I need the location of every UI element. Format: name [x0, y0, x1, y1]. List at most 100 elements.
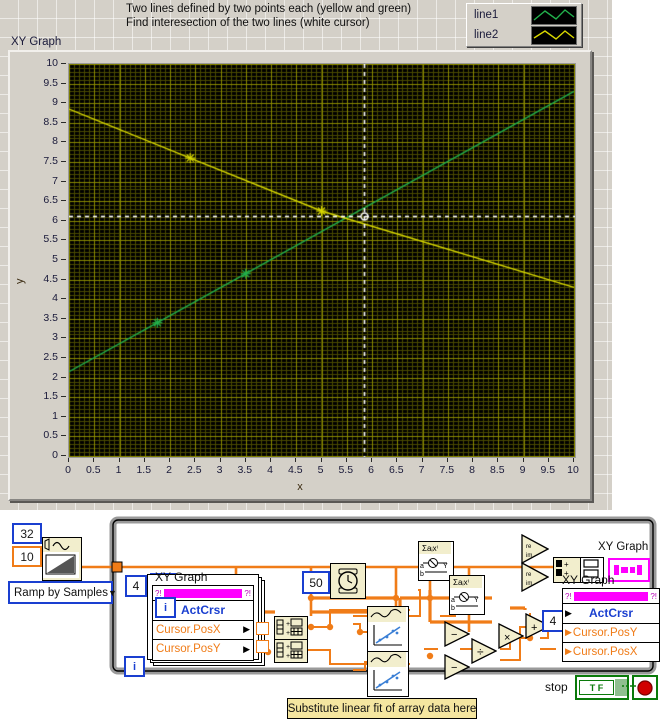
- chevron-down-icon[interactable]: ▼: [108, 588, 117, 598]
- chevron-right-icon-5: ▶: [565, 646, 572, 656]
- y-tick-label: 0.5: [43, 429, 58, 442]
- legend-label-line1: line1: [474, 9, 499, 21]
- y-axis[interactable]: 0 0.5 1 1.5 2 2.5 3 3.5 4 4.5 5 5.5 6 6.5 7 7.5 8 8.5 9 9.5…: [10, 57, 67, 461]
- x-tick-label: 1: [115, 464, 122, 476]
- svg-text:Y: Y: [443, 563, 448, 570]
- simulate-signal-vi[interactable]: [42, 537, 82, 581]
- chevron-right-icon-3: ▶: [565, 607, 572, 618]
- svg-text:+: +: [286, 653, 290, 660]
- refnum-icon-2: ?!: [244, 588, 251, 598]
- y-tick-label: 10: [46, 57, 58, 69]
- panel-right-margin: [612, 0, 667, 510]
- loop-index-terminal-bottom[interactable]: i: [124, 656, 145, 677]
- refnum-icon-4: ?!: [650, 591, 657, 601]
- y-tick-label: 4: [52, 292, 58, 305]
- block-diagram[interactable]: 32 10 Ramp by Samples ▼ 4 N XY Graph ?! …: [0, 512, 667, 723]
- y-tick-label: 7.5: [43, 155, 58, 167]
- x-tick-label: 5: [317, 464, 324, 476]
- chevron-right-icon-4: ▶: [565, 627, 572, 637]
- plot-area[interactable]: [68, 63, 576, 458]
- numeric-constant-50[interactable]: 50: [302, 571, 330, 594]
- enum-signal-type[interactable]: Ramp by Samples ▼: [8, 581, 117, 604]
- svg-text:a: a: [451, 597, 455, 604]
- svg-text:re: re: [526, 544, 532, 550]
- property-cursor-posy-left[interactable]: Cursor.PosY: [153, 643, 221, 655]
- y-tick-label: 2.5: [43, 351, 58, 363]
- svg-text:Y: Y: [474, 597, 479, 604]
- x-tick-label: 4: [267, 464, 273, 476]
- property-cursor-posx-left[interactable]: Cursor.PosX: [153, 624, 221, 636]
- legend-row-line1[interactable]: line1: [470, 5, 578, 25]
- y-tick-mark: [61, 219, 66, 221]
- y-tick-label: 4.5: [43, 272, 58, 285]
- x-tick-label: 7: [418, 464, 425, 476]
- array-tunnel-x[interactable]: [256, 622, 269, 635]
- divide-node[interactable]: ÷: [471, 637, 498, 665]
- plot-legend[interactable]: line1 line2: [466, 3, 582, 47]
- x-tick-label: 3.5: [237, 464, 253, 476]
- x-tick-label: 4.5: [287, 464, 303, 476]
- y-tick-mark: [61, 121, 66, 123]
- y-tick-mark: [61, 278, 66, 280]
- x-tick-label: 8: [469, 464, 475, 476]
- stop-boolean-control[interactable]: T F: [575, 675, 629, 700]
- linear-fit-vi-1[interactable]: [367, 606, 409, 652]
- numeric-constant-4-left[interactable]: 4: [125, 575, 147, 597]
- property-cursor-posy-right[interactable]: Cursor.PosY: [572, 627, 638, 639]
- legend-row-line2[interactable]: line2: [470, 25, 578, 45]
- y-tick-mark: [61, 161, 66, 162]
- array-tunnel-y[interactable]: [256, 640, 269, 653]
- y-tick-label: 7: [52, 174, 58, 187]
- re-im-to-complex-node-2[interactable]: re im: [521, 561, 550, 593]
- property-actcrsr-right[interactable]: ActCrsr: [589, 606, 633, 620]
- y-tick-label: 5: [52, 253, 58, 265]
- y-tick-mark: [61, 396, 66, 398]
- enum-signal-type-value: Ramp by Samples: [14, 586, 108, 599]
- multiply-node[interactable]: ×: [498, 622, 525, 650]
- subtract-node-2[interactable]: −: [444, 653, 471, 681]
- property-node-right[interactable]: ?! ?! ▶ ActCrsr ▶ Cursor.PosY ▶ Cursor.P…: [562, 588, 660, 662]
- x-axis[interactable]: 0 0.5 1 1.5 2 2.5 3 3.5 4 4.5 5 5.5 6 6.5 7 7.5 8 8.5 9 9.5…: [65, 457, 579, 479]
- y-tick-label: 3: [52, 331, 58, 344]
- y-tick-label: 0: [52, 449, 58, 461]
- x-tick-label: 9: [519, 464, 526, 476]
- x-tick-label: 3: [216, 464, 223, 476]
- build-array-node-1[interactable]: + +: [274, 616, 308, 640]
- y-tick-mark: [61, 102, 66, 104]
- plot-canvas[interactable]: [69, 64, 575, 457]
- property-cursor-posx-right[interactable]: Cursor.PosX: [572, 646, 638, 658]
- legend-swatch-line1[interactable]: [531, 5, 577, 25]
- x-tick-label: 9.5: [540, 464, 556, 476]
- y-tick-label: 9: [52, 96, 58, 109]
- re-im-to-complex-node-1[interactable]: re im: [521, 533, 550, 565]
- y-tick-label: 1.5: [43, 390, 58, 403]
- svg-text:Σaᵢxⁱ: Σaᵢxⁱ: [422, 544, 438, 553]
- property-actcrsr-left[interactable]: ActCrsr: [181, 603, 225, 617]
- loop-index-terminal-inner[interactable]: i: [155, 597, 176, 618]
- y-tick-mark: [61, 317, 66, 319]
- x-tick-label: 2: [166, 464, 172, 476]
- svg-text:a: a: [420, 563, 424, 570]
- y-tick-mark: [61, 337, 66, 339]
- y-tick-label: 1: [52, 409, 58, 422]
- numeric-constant-10[interactable]: 10: [12, 546, 42, 567]
- legend-swatch-line2[interactable]: [531, 25, 577, 45]
- y-tick-mark: [61, 415, 66, 417]
- xy-graph-control[interactable]: y x 0 0.5 1 1.5 2 2.5 3 3.5 4 4.5 5 5.5 6 6.5 7 7.5 8 8.5…: [8, 50, 592, 501]
- svg-text:b: b: [420, 571, 424, 578]
- wait-ms-timer-icon[interactable]: [330, 563, 366, 599]
- x-tick-label: 1.5: [136, 464, 152, 476]
- numeric-constant-4-right[interactable]: 4: [542, 610, 564, 632]
- svg-text:×: ×: [504, 632, 510, 644]
- svg-text:im: im: [526, 581, 532, 587]
- subtract-node-1[interactable]: −: [444, 620, 471, 648]
- y-tick-label: 2: [52, 370, 58, 383]
- refnum-bar-icon-2: [573, 591, 649, 601]
- y-tick-label: 3.5: [43, 311, 58, 324]
- x-tick-label: 8.5: [489, 464, 505, 476]
- general-polynomial-fit-node-2[interactable]: Σaᵢxⁱ Y a b: [449, 575, 485, 615]
- numeric-constant-32[interactable]: 32: [12, 523, 42, 544]
- build-array-node-2[interactable]: + +: [274, 639, 308, 663]
- svg-text:÷: ÷: [477, 645, 484, 659]
- linear-fit-vi-2[interactable]: [367, 651, 409, 697]
